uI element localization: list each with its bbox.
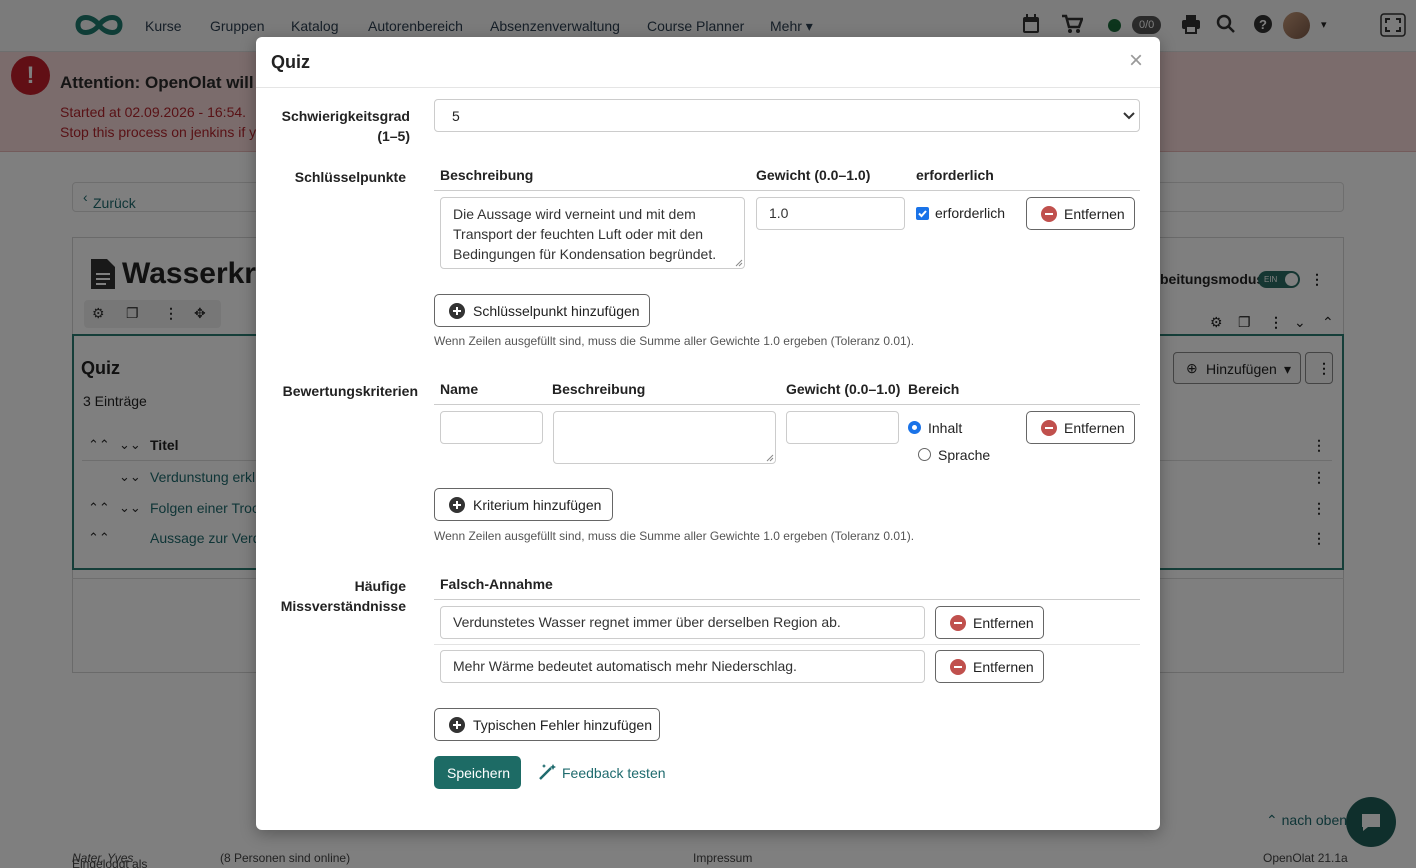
minus-circle-icon — [1041, 420, 1057, 436]
keypoints-col-description: Beschreibung — [440, 167, 534, 183]
remove-misconception-button[interactable]: Entfernen — [935, 650, 1044, 683]
criterion-description-textarea[interactable] — [553, 411, 776, 464]
chevron-down-icon — [1123, 112, 1135, 120]
misconception-input[interactable]: Verdunstetes Wasser regnet immer über de… — [440, 606, 925, 639]
close-icon[interactable]: × — [1129, 47, 1143, 75]
area-radio-sprache[interactable] — [918, 448, 931, 461]
criteria-col-name: Name — [440, 381, 479, 397]
area-radio-inhalt[interactable] — [908, 421, 921, 434]
add-keypoint-button[interactable]: Schlüsselpunkt hinzufügen — [434, 294, 650, 327]
resize-handle-icon[interactable] — [735, 259, 743, 267]
plus-circle-icon — [449, 303, 465, 319]
minus-circle-icon — [950, 659, 966, 675]
modal-title: Quiz — [271, 52, 310, 72]
criteria-col-area: Bereich — [908, 381, 960, 397]
area-option-sprache-label: Sprache — [938, 447, 991, 463]
keypoint-required-checkbox[interactable] — [916, 207, 929, 220]
add-criterion-button[interactable]: Kriterium hinzufügen — [434, 488, 613, 521]
keypoints-help-text: Wenn Zeilen ausgefüllt sind, muss die Su… — [434, 334, 915, 348]
minus-circle-icon — [950, 615, 966, 631]
keypoint-description-textarea[interactable]: Die Aussage wird verneint und mit dem Tr… — [440, 197, 745, 269]
criteria-label: Bewertungskriterien — [282, 383, 418, 399]
keypoints-col-required: erforderlich — [916, 167, 994, 183]
criteria-help-text: Wenn Zeilen ausgefüllt sind, muss die Su… — [434, 529, 915, 543]
difficulty-select[interactable]: 5 — [434, 99, 1140, 132]
keypoints-label: Schlüsselpunkte — [294, 169, 406, 185]
plus-circle-icon — [449, 497, 465, 513]
misconception-input[interactable]: Mehr Wärme bedeutet automatisch mehr Nie… — [440, 650, 925, 683]
criteria-col-weight: Gewicht (0.0–1.0) — [786, 381, 901, 397]
difficulty-label: Schwierigkeitsgrad (1–5) — [281, 108, 410, 144]
add-misconception-button[interactable]: Typischen Fehler hinzufügen — [434, 708, 660, 741]
plus-circle-icon — [449, 717, 465, 733]
criteria-col-description: Beschreibung — [552, 381, 646, 397]
minus-circle-icon — [1041, 206, 1057, 222]
criterion-weight-input[interactable] — [786, 411, 899, 444]
keypoints-col-weight: Gewicht (0.0–1.0) — [756, 167, 871, 183]
criterion-name-input[interactable] — [440, 411, 543, 444]
remove-keypoint-button[interactable]: Entfernen — [1026, 197, 1135, 230]
area-option-inhalt-label: Inhalt — [928, 420, 963, 436]
keypoint-required-label: erforderlich — [935, 205, 1006, 221]
keypoint-weight-input[interactable]: 1.0 — [756, 197, 905, 230]
remove-criterion-button[interactable]: Entfernen — [1026, 411, 1135, 444]
misconceptions-label: Häufige Missverständnisse — [280, 578, 406, 614]
save-button[interactable]: Speichern — [434, 756, 521, 789]
magic-wand-icon — [539, 764, 556, 780]
remove-misconception-button[interactable]: Entfernen — [935, 606, 1044, 639]
misconceptions-col: Falsch-Annahme — [440, 576, 553, 592]
resize-handle-icon[interactable] — [766, 454, 774, 462]
quiz-modal: Quiz × Schwierigkeitsgrad (1–5) 5 Schlüss… — [256, 37, 1160, 830]
